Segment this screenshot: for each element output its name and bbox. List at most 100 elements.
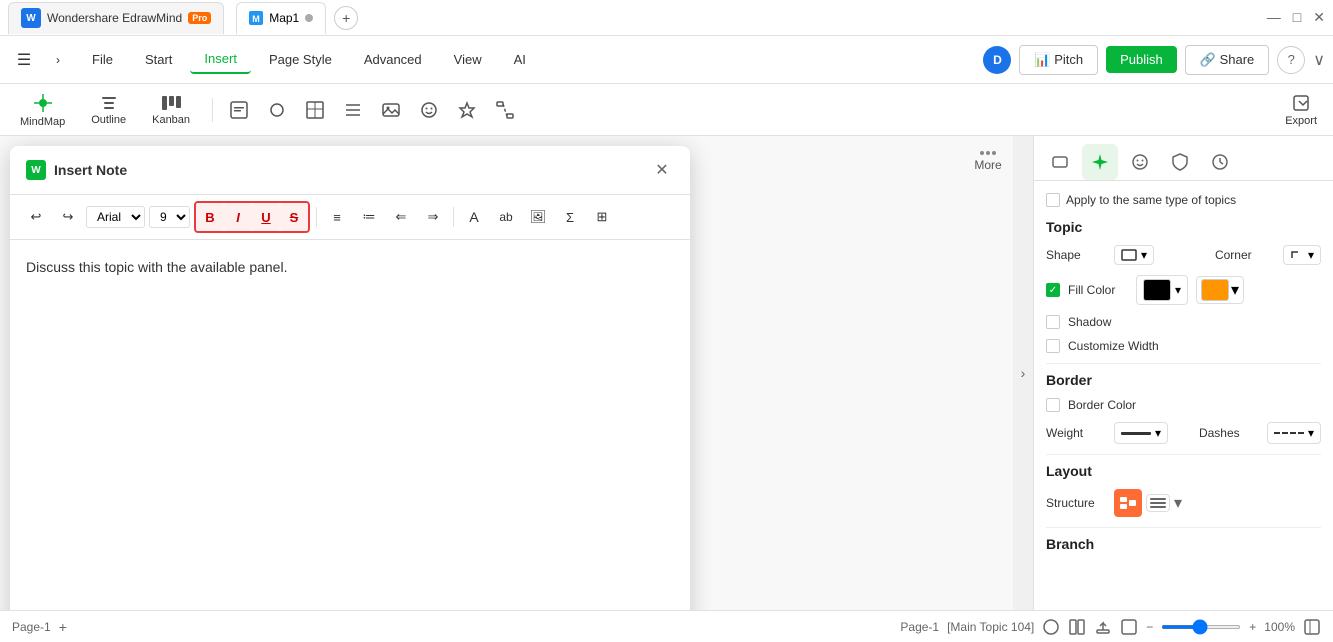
map-tab[interactable]: M Map1 bbox=[236, 2, 326, 34]
panel-tab-shape[interactable] bbox=[1042, 144, 1078, 180]
pitch-button[interactable]: 📊 Pitch bbox=[1019, 45, 1098, 75]
panel-tab-ai[interactable] bbox=[1082, 144, 1118, 180]
fit-page-icon[interactable] bbox=[1042, 618, 1060, 636]
border-color-checkbox[interactable] bbox=[1046, 398, 1060, 412]
note-button[interactable] bbox=[223, 94, 255, 126]
star-button[interactable] bbox=[451, 94, 483, 126]
shape-rect-icon bbox=[1121, 249, 1137, 261]
close-button[interactable]: ✕ bbox=[1313, 9, 1325, 26]
main-topic-status: [Main Topic 104] bbox=[947, 620, 1034, 634]
weight-select[interactable]: ▾ bbox=[1114, 422, 1168, 444]
menu-ai[interactable]: AI bbox=[500, 46, 540, 73]
window-controls[interactable]: — □ ✕ bbox=[1267, 9, 1325, 26]
outline-view-button[interactable]: Outline bbox=[79, 86, 138, 134]
corner-select[interactable]: ▾ bbox=[1283, 245, 1321, 265]
outline-icon bbox=[100, 94, 118, 112]
fullscreen-icon[interactable] bbox=[1120, 618, 1138, 636]
zoom-out-button[interactable]: − bbox=[1146, 620, 1153, 634]
menu-file[interactable]: File bbox=[78, 46, 127, 73]
highlight-button[interactable]: ab bbox=[492, 203, 520, 231]
shape-select[interactable]: ▾ bbox=[1114, 245, 1154, 265]
user-avatar[interactable]: D bbox=[983, 46, 1011, 74]
redo-button[interactable]: ↪ bbox=[54, 203, 82, 231]
chevron-down-icon[interactable]: ∨ bbox=[1313, 50, 1325, 70]
shape-button[interactable] bbox=[261, 94, 293, 126]
nav-expand-button[interactable]: › bbox=[42, 44, 74, 76]
dashes-select[interactable]: ▾ bbox=[1267, 422, 1321, 444]
new-tab-button[interactable]: + bbox=[334, 6, 358, 30]
underline-button[interactable]: U bbox=[252, 203, 280, 231]
fill-color-picker[interactable]: ▾ bbox=[1196, 276, 1244, 304]
fill-color-label: Fill Color bbox=[1068, 283, 1128, 297]
structure-list-button[interactable] bbox=[1146, 494, 1170, 512]
image-button[interactable] bbox=[375, 94, 407, 126]
structure-layout-button[interactable] bbox=[1114, 489, 1142, 517]
mindmap-view-button[interactable]: MindMap bbox=[8, 86, 77, 134]
shadow-row: Shadow bbox=[1046, 315, 1321, 329]
fill-color-checkbox[interactable]: ✓ bbox=[1046, 283, 1060, 297]
dashes-label: Dashes bbox=[1199, 426, 1259, 440]
corner-label: Corner bbox=[1215, 248, 1275, 262]
undo-button[interactable]: ↩ bbox=[22, 203, 50, 231]
export-button[interactable]: Export bbox=[1277, 89, 1325, 131]
share-button[interactable]: 🔗 Share bbox=[1185, 45, 1270, 75]
dashes-preview bbox=[1274, 432, 1304, 434]
relation-button[interactable] bbox=[489, 94, 521, 126]
panel-tab-clock[interactable] bbox=[1202, 144, 1238, 180]
nav-collapse-button[interactable]: ☰ bbox=[8, 44, 40, 76]
note-textarea[interactable]: Discuss this topic with the available pa… bbox=[22, 252, 678, 602]
font-family-select[interactable]: Arial bbox=[86, 206, 145, 228]
main-toolbar: MindMap Outline Kanban bbox=[0, 84, 1333, 136]
indent-right-button[interactable]: ⇒ bbox=[419, 203, 447, 231]
text-color-button[interactable]: A bbox=[460, 203, 488, 231]
page-label: Page-1 bbox=[12, 620, 51, 634]
font-size-select[interactable]: 9 bbox=[149, 206, 190, 228]
menu-start[interactable]: Start bbox=[131, 46, 186, 73]
mindmap-icon bbox=[32, 92, 54, 114]
help-button[interactable]: ? bbox=[1277, 46, 1305, 74]
dialog-close-button[interactable]: ✕ bbox=[650, 158, 674, 182]
bold-button[interactable]: B bbox=[196, 203, 224, 231]
apply-same-checkbox[interactable] bbox=[1046, 193, 1060, 207]
minimize-button[interactable]: — bbox=[1267, 9, 1281, 26]
menu-advanced[interactable]: Advanced bbox=[350, 46, 436, 73]
image-insert-button[interactable]: 🖼 bbox=[524, 203, 552, 231]
list-button[interactable]: ≔ bbox=[355, 203, 383, 231]
upload-icon[interactable] bbox=[1094, 618, 1112, 636]
structure-chevron[interactable]: ▾ bbox=[1174, 493, 1182, 513]
topic-section-title: Topic bbox=[1046, 219, 1321, 235]
list-button[interactable] bbox=[337, 94, 369, 126]
italic-button[interactable]: I bbox=[224, 203, 252, 231]
expand-icon[interactable] bbox=[1303, 618, 1321, 636]
strikethrough-button[interactable]: S bbox=[280, 203, 308, 231]
rectangle-icon bbox=[1050, 152, 1070, 172]
canvas-area[interactable]: More W Insert Note ✕ ↩ ↪ Arial bbox=[0, 136, 1013, 610]
indent-left-button[interactable]: ⇐ bbox=[387, 203, 415, 231]
menu-view[interactable]: View bbox=[440, 46, 496, 73]
add-page-button[interactable]: + bbox=[59, 619, 67, 635]
customize-width-checkbox[interactable] bbox=[1046, 339, 1060, 353]
zoom-slider[interactable] bbox=[1161, 625, 1241, 629]
dialog-content[interactable]: Discuss this topic with the available pa… bbox=[10, 240, 690, 610]
table-button[interactable] bbox=[299, 94, 331, 126]
ai-star-icon bbox=[1090, 152, 1110, 172]
kanban-view-button[interactable]: Kanban bbox=[140, 86, 202, 134]
maximize-button[interactable]: □ bbox=[1293, 9, 1301, 26]
columns-icon[interactable] bbox=[1068, 618, 1086, 636]
menu-page-style[interactable]: Page Style bbox=[255, 46, 346, 73]
shadow-checkbox[interactable] bbox=[1046, 315, 1060, 329]
unsaved-indicator bbox=[305, 14, 313, 22]
emoji-button[interactable] bbox=[413, 94, 445, 126]
fill-type-select[interactable]: ▾ bbox=[1136, 275, 1188, 305]
panel-tab-theme[interactable] bbox=[1162, 144, 1198, 180]
more-format-button[interactable]: ⊞ bbox=[588, 203, 616, 231]
publish-button[interactable]: Publish bbox=[1106, 46, 1177, 73]
zoom-in-button[interactable]: + bbox=[1249, 620, 1256, 634]
formula-button[interactable]: Σ bbox=[556, 203, 584, 231]
panel-tab-emoji[interactable] bbox=[1122, 144, 1158, 180]
table-icon bbox=[305, 100, 325, 120]
menu-insert[interactable]: Insert bbox=[190, 45, 251, 74]
panel-toggle-button[interactable]: › bbox=[1013, 136, 1033, 610]
shadow-label: Shadow bbox=[1068, 315, 1128, 329]
align-button[interactable]: ≡ bbox=[323, 203, 351, 231]
